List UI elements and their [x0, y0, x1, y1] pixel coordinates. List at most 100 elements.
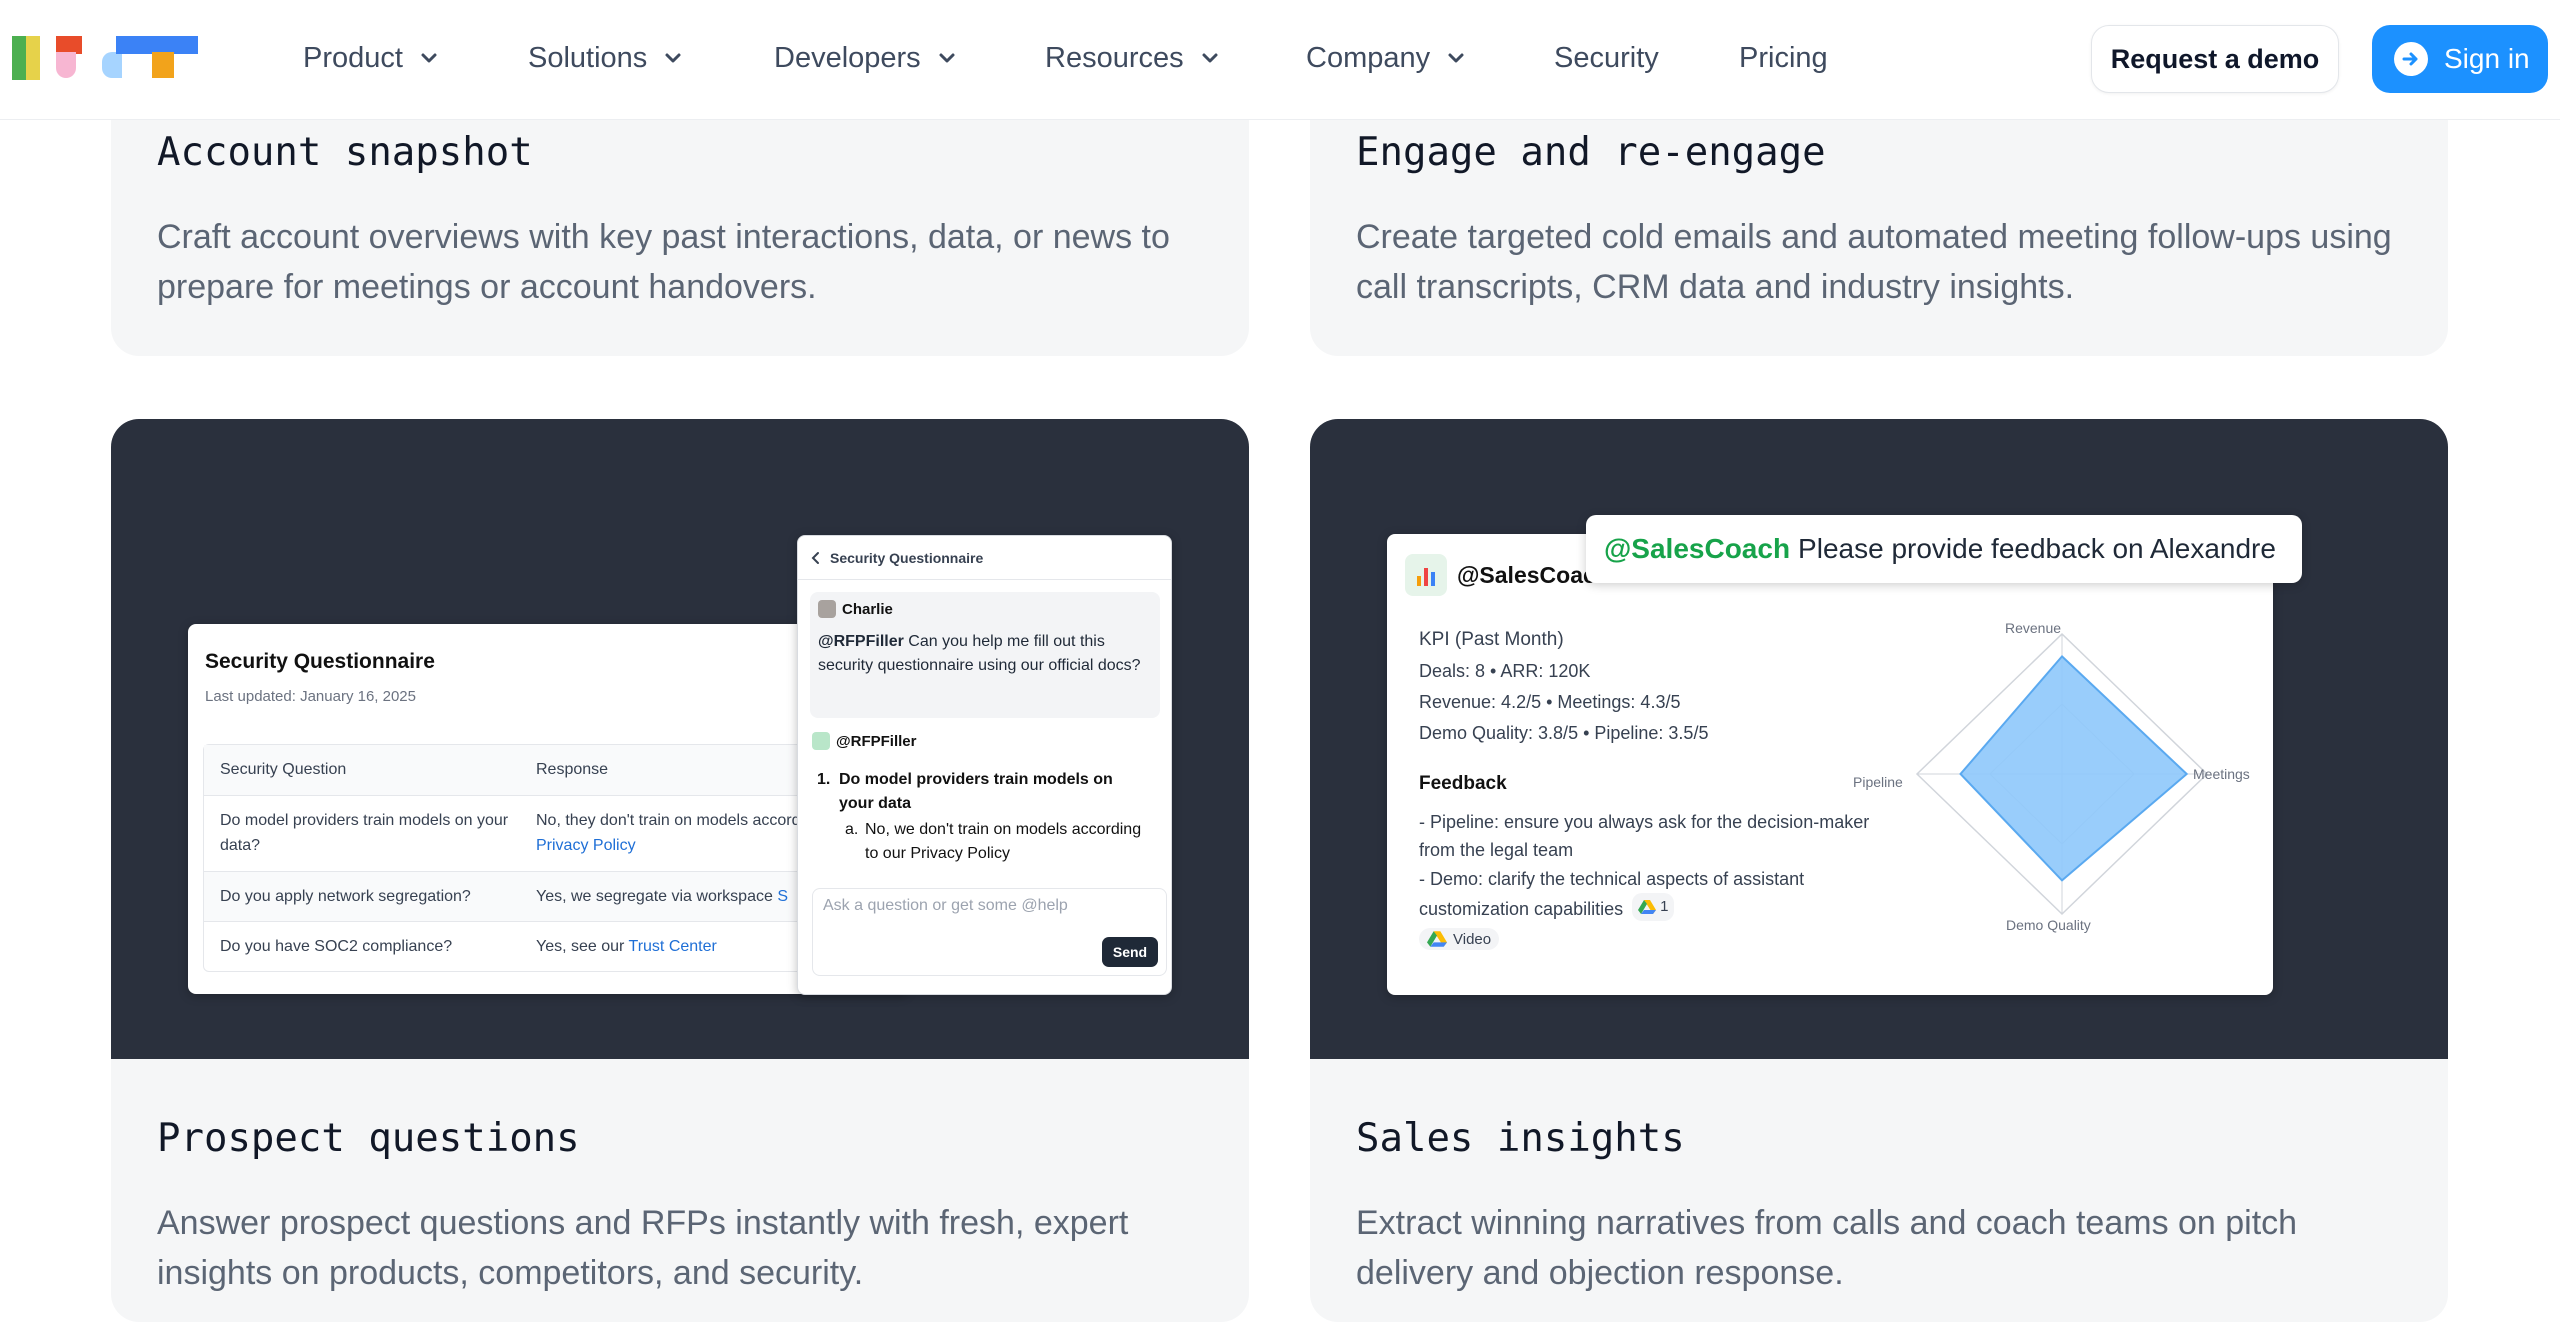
feedback-item: - Pipeline: ensure you always ask for th…: [1419, 812, 1870, 860]
message-text: @RFPFiller Can you help me fill out this…: [818, 630, 1148, 678]
nav-label: Developers: [774, 41, 921, 74]
card-description: Craft account overviews with key past in…: [157, 218, 1170, 306]
mention: @RFPFiller: [818, 633, 904, 650]
nav-solutions[interactable]: Solutions: [528, 38, 683, 78]
kpi-radar-chart: [1915, 632, 2209, 916]
sign-in-button[interactable]: Sign in: [2372, 25, 2548, 93]
chevron-down-icon: [665, 53, 681, 63]
response-text: Yes, see our: [536, 938, 625, 955]
message-author: Charlie: [818, 600, 893, 618]
nav-label: Company: [1306, 41, 1431, 74]
bot-answer: 1. Do model providers train models on yo…: [817, 768, 1147, 866]
avatar: [812, 732, 830, 750]
logo-shape: [102, 52, 122, 78]
card-title: Prospect questions: [157, 1116, 580, 1161]
chat-panel: Security Questionnaire Charlie @RFPFille…: [797, 535, 1172, 995]
author-name: @RFPFiller: [836, 732, 917, 750]
response-text: Yes, we segregate via workspace: [536, 888, 773, 905]
chat-title: Security Questionnaire: [830, 549, 984, 566]
card-description: Extract winning narratives from calls an…: [1356, 1204, 2298, 1292]
bot-author: @RFPFiller: [812, 732, 916, 750]
user-message: Charlie @RFPFiller Can you help me fill …: [810, 592, 1160, 718]
radar-axis-label: Demo Quality: [2006, 917, 2091, 933]
table-cell: Do you apply network segregation?: [220, 888, 471, 905]
card-prospect-questions[interactable]: Security Questionnaire Last updated: Jan…: [111, 419, 1249, 1322]
feedback-text: - Demo: clarify the technical aspects of…: [1419, 869, 1805, 919]
answer-text: Do model providers train models on your …: [839, 771, 1113, 812]
nav-developers[interactable]: Developers: [774, 38, 957, 78]
request-demo-button[interactable]: Request a demo: [2091, 25, 2339, 93]
top-navigation: Product Solutions Developers Resources C…: [0, 0, 2560, 120]
nav-label: Solutions: [528, 41, 648, 74]
card-title: Engage and re-engage: [1356, 130, 1826, 175]
nav-label: Pricing: [1739, 41, 1828, 74]
input-placeholder: Ask a question or get some @help: [823, 897, 1068, 914]
radar-axis-label: Meetings: [2193, 766, 2250, 782]
nav-label: Security: [1554, 41, 1659, 74]
mention: @SalesCoach: [1604, 533, 1791, 564]
nav-label: Resources: [1045, 41, 1184, 74]
drive-attachment[interactable]: 1: [1632, 893, 1675, 921]
chevron-left-icon[interactable]: [810, 551, 822, 565]
card-illustration: @SalesCoach KPI (Past Month) Deals: 8 • …: [1310, 419, 2448, 1059]
attachment-count: 1: [1660, 898, 1669, 915]
sign-in-label: Sign in: [2444, 43, 2530, 74]
card-description: Answer prospect questions and RFPs insta…: [157, 1204, 1129, 1292]
bar-chart-icon: [1405, 554, 1447, 596]
google-drive-icon: [1638, 900, 1657, 914]
trust-center-link[interactable]: Trust Center: [629, 938, 717, 955]
prompt-text: Please provide feedback on Alexandre: [1798, 533, 2276, 564]
logo-shape: [12, 36, 26, 80]
card-illustration: Security Questionnaire Last updated: Jan…: [111, 419, 1249, 1059]
chat-header: Security Questionnaire: [798, 536, 1171, 580]
sign-in-icon: [2394, 42, 2428, 76]
feedback-item: - Demo: clarify the technical aspects of…: [1419, 865, 1909, 923]
author-name: Charlie: [842, 600, 893, 618]
kpi-title: KPI (Past Month): [1419, 629, 1564, 650]
doc-updated: Last updated: January 16, 2025: [205, 688, 416, 705]
privacy-policy-link[interactable]: Privacy Policy: [536, 837, 636, 854]
sales-coach-panel: @SalesCoach KPI (Past Month) Deals: 8 • …: [1387, 534, 2273, 995]
send-button[interactable]: Send: [1102, 937, 1158, 967]
doc-title: Security Questionnaire: [205, 650, 435, 673]
card-sales-insights[interactable]: @SalesCoach KPI (Past Month) Deals: 8 • …: [1310, 419, 2448, 1322]
video-attachment[interactable]: Video: [1419, 928, 1500, 950]
chevron-down-icon: [1202, 53, 1218, 63]
chevron-down-icon: [421, 53, 437, 63]
response-link[interactable]: S: [777, 888, 788, 905]
logo[interactable]: [12, 32, 198, 82]
nav-label: Product: [303, 41, 403, 74]
nav-company[interactable]: Company: [1306, 38, 1466, 78]
radar-axis-label: Pipeline: [1853, 774, 1903, 790]
nav-security[interactable]: Security: [1554, 38, 1659, 78]
answer-subitem: a. No, we don't train on models accordin…: [817, 818, 1147, 866]
chat-input[interactable]: Ask a question or get some @help Send: [812, 888, 1167, 976]
table-cell: Do you have SOC2 compliance?: [220, 938, 453, 955]
attachment-label: Video: [1453, 930, 1492, 948]
avatar: [818, 600, 836, 618]
list-marker: a.: [845, 821, 859, 838]
logo-shape: [152, 52, 174, 78]
radar-axis-label: Revenue: [2005, 620, 2062, 636]
nav-pricing[interactable]: Pricing: [1739, 38, 1828, 78]
kpi-line: Demo Quality: 3.8/5 • Pipeline: 3.5/5: [1419, 723, 1709, 743]
card-description: Create targeted cold emails and automate…: [1356, 218, 2392, 306]
table-header: Security Question: [220, 761, 347, 778]
nav-resources[interactable]: Resources: [1045, 38, 1220, 78]
card-title: Account snapshot: [157, 130, 533, 175]
radar-series-area: [1959, 654, 2189, 882]
nav-product[interactable]: Product: [303, 38, 439, 78]
kpi-line: Revenue: 4.2/5 • Meetings: 4.3/5: [1419, 692, 1681, 712]
feedback-title: Feedback: [1419, 773, 1507, 794]
prompt-bubble: @SalesCoach Please provide feedback on A…: [1586, 515, 2302, 583]
table-cell: Do model providers train models on your …: [220, 812, 509, 854]
answer-text: No, we don't train on models according t…: [865, 821, 1142, 862]
answer-item: 1. Do model providers train models on yo…: [817, 768, 1147, 816]
logo-shape: [56, 52, 76, 78]
google-drive-icon: [1427, 931, 1447, 947]
kpi-line: Deals: 8 • ARR: 120K: [1419, 661, 1591, 681]
list-marker: 1.: [817, 771, 831, 788]
logo-shape: [26, 36, 40, 80]
chevron-down-icon: [1448, 53, 1464, 63]
card-title: Sales insights: [1356, 1116, 1685, 1161]
